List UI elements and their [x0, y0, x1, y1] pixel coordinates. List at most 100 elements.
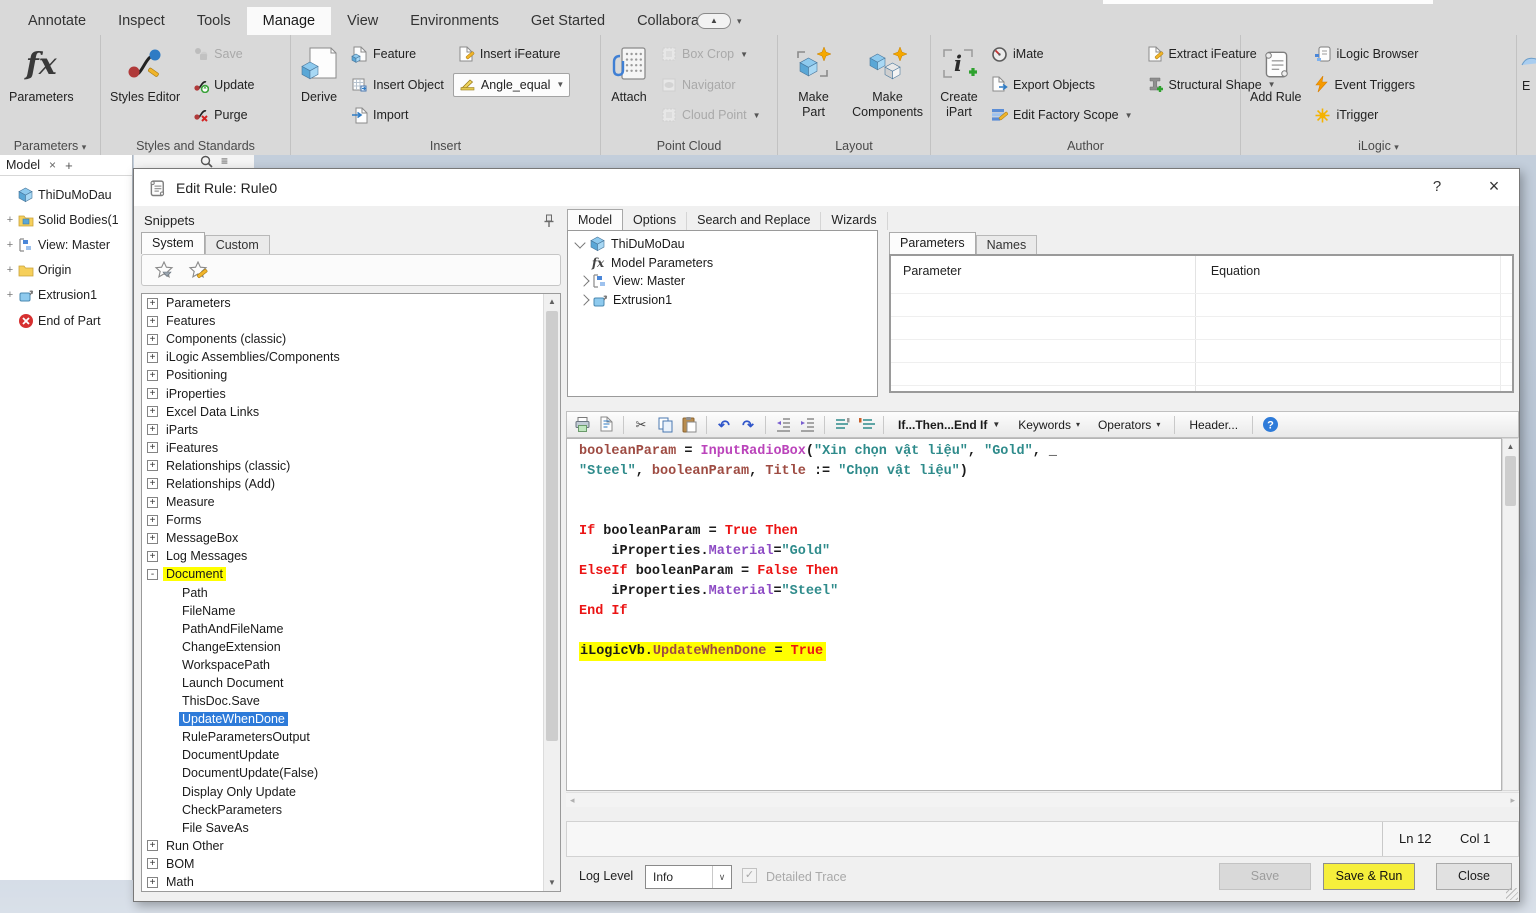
save-and-run-button[interactable]: Save & Run [1323, 863, 1415, 890]
ribbon-button-insert-ifeature[interactable]: Insert iFeature [453, 39, 570, 70]
ribbon-tab-environments[interactable]: Environments [394, 7, 515, 35]
toolbar-button-cut[interactable]: ✂ [631, 414, 651, 436]
scroll-left-icon[interactable]: ◂ [570, 795, 575, 806]
expand-icon[interactable]: + [4, 214, 16, 226]
toolbar-dropdown-if-then-end-if[interactable]: If...Then...End If▼ [891, 414, 1007, 436]
snippet-node-relationships-classic-[interactable]: +Relationships (classic) [142, 457, 560, 475]
browser-tab-model[interactable]: Model [6, 158, 40, 172]
snippet-node-workspacepath[interactable]: WorkspacePath [142, 656, 560, 674]
expand-icon[interactable]: + [147, 460, 158, 471]
ribbon-button-update[interactable]: Update [188, 70, 259, 101]
ribbon-button-itrigger[interactable]: iTrigger [1309, 100, 1423, 131]
ribbon-tab-tools[interactable]: Tools [181, 7, 247, 35]
snippet-node-updatewhendone[interactable]: UpdateWhenDone [142, 710, 560, 728]
snippets-tab-system[interactable]: System [141, 232, 205, 254]
expand-icon[interactable]: + [147, 298, 158, 309]
expand-icon[interactable]: + [147, 840, 158, 851]
detailed-trace-checkbox[interactable]: ✓ [742, 868, 757, 883]
expand-icon[interactable]: + [147, 877, 158, 888]
expand-icon[interactable]: + [147, 352, 158, 363]
snippet-node-documentupdate-false-[interactable]: DocumentUpdate(False) [142, 764, 560, 782]
code-vertical-scrollbar[interactable]: ▲ [1502, 438, 1519, 791]
add-tab-icon[interactable]: + [65, 158, 73, 173]
snippet-node-ruleparametersoutput[interactable]: RuleParametersOutput [142, 728, 560, 746]
dialog-title-bar[interactable]: Edit Rule: Rule0 [134, 169, 1519, 206]
expand-icon[interactable]: + [147, 551, 158, 562]
code-horizontal-scrollbar[interactable]: ◂ ▸ [566, 792, 1519, 807]
snippet-node-run-other[interactable]: +Run Other [142, 837, 560, 855]
model-tree-item-view-master[interactable]: View: Master [568, 272, 877, 291]
browser-item-origin[interactable]: +Origin [0, 258, 132, 283]
snippet-node-path[interactable]: Path [142, 584, 560, 602]
collapse-icon[interactable]: - [147, 569, 158, 580]
expand-icon[interactable]: + [147, 334, 158, 345]
params-tab-parameters[interactable]: Parameters [889, 232, 976, 254]
ribbon-button-styles-editor[interactable]: Styles Editor [106, 37, 184, 105]
model-tree-item-model-parameters[interactable]: fxModel Parameters [568, 254, 877, 273]
expand-icon[interactable]: + [147, 497, 158, 508]
snippet-node-features[interactable]: +Features [142, 312, 560, 330]
expand-icon[interactable]: + [147, 533, 158, 544]
model-tree-item-thidumodau[interactable]: ThiDuMoDau [568, 235, 877, 254]
ribbon-button-create-ipart[interactable]: iCreate iPart [936, 37, 982, 120]
snippets-scrollbar[interactable]: ▲ ▼ [543, 294, 560, 891]
snippet-node-checkparameters[interactable]: CheckParameters [142, 801, 560, 819]
log-level-select[interactable]: Info ∨ [645, 865, 732, 889]
toolbar-button-help[interactable]: ? [1260, 414, 1280, 436]
ribbon-button-parameters[interactable]: fxParameters [5, 37, 78, 105]
ribbon-button-make-components[interactable]: Make Components [848, 37, 927, 120]
expand-icon[interactable]: + [147, 858, 158, 869]
model-tree-item-extrusion1[interactable]: Extrusion1 [568, 291, 877, 310]
toolbar-button-pagefile[interactable] [596, 414, 616, 436]
ribbon-button-import[interactable]: Import [346, 100, 449, 131]
toolbar-button-copy[interactable] [655, 414, 675, 436]
ribbon-button-edit-factory-scope[interactable]: Edit Factory Scope▼ [986, 100, 1138, 131]
ribbon-button-feature[interactable]: Feature [346, 39, 449, 70]
ribbon-tab-inspect[interactable]: Inspect [102, 7, 181, 35]
chevron-down-icon[interactable] [574, 238, 585, 249]
expand-icon[interactable]: + [147, 515, 158, 526]
ribbon-button-make-part[interactable]: Make Part [783, 37, 844, 120]
snippet-node-math[interactable]: +Math [142, 873, 560, 891]
expand-icon[interactable]: + [147, 316, 158, 327]
expand-icon[interactable]: + [4, 239, 16, 251]
toolbar-button-cmt1[interactable] [832, 414, 852, 436]
expand-icon[interactable]: + [4, 289, 16, 301]
scrollbar-thumb[interactable] [546, 311, 558, 741]
snippet-node-measure[interactable]: +Measure [142, 493, 560, 511]
snippet-node-document[interactable]: -Document [142, 565, 560, 583]
snippet-node-file-saveas[interactable]: File SaveAs [142, 819, 560, 837]
code-editor[interactable]: booleanParam = InputRadioBox("Xin chọn v… [566, 438, 1502, 791]
expand-icon[interactable]: + [147, 406, 158, 417]
ribbon-tab-get-started[interactable]: Get Started [515, 7, 621, 35]
snippet-node-relationships-add-[interactable]: +Relationships (Add) [142, 475, 560, 493]
snippet-node-ifeatures[interactable]: +iFeatures [142, 439, 560, 457]
toolbar-button-indent[interactable] [797, 414, 817, 436]
browser-item-view-master[interactable]: +View: Master [0, 232, 132, 257]
parameters-table[interactable]: Parameter Equation [889, 254, 1514, 393]
snippet-node-forms[interactable]: +Forms [142, 511, 560, 529]
snippet-node-bom[interactable]: +BOM [142, 855, 560, 873]
snippet-node-log-messages[interactable]: +Log Messages [142, 547, 560, 565]
toolbar-button-paste[interactable] [679, 414, 699, 436]
snippet-node-changeextension[interactable]: ChangeExtension [142, 638, 560, 656]
snippet-node-messagebox[interactable]: +MessageBox [142, 529, 560, 547]
browser-item-extrusion1[interactable]: +Extrusion1 [0, 283, 132, 308]
editor-tab-search-and-replace[interactable]: Search and Replace [687, 212, 821, 230]
snippet-node-pathandfilename[interactable]: PathAndFileName [142, 620, 560, 638]
browser-item-end-of-part[interactable]: End of Part [0, 308, 132, 333]
snippets-tab-custom[interactable]: Custom [205, 235, 270, 254]
ribbon-tab-manage[interactable]: Manage [247, 7, 331, 35]
close-icon[interactable]: × [49, 158, 56, 172]
toolbar-dropdown-header-[interactable]: Header... [1182, 414, 1245, 436]
favorites-edit-icon[interactable] [188, 261, 208, 279]
chevron-right-icon[interactable] [578, 294, 589, 305]
snippet-node-positioning[interactable]: +Positioning [142, 366, 560, 384]
snippet-node-filename[interactable]: FileName [142, 602, 560, 620]
dialog-help-button[interactable]: ? [1427, 178, 1447, 195]
snippet-node-excel-data-links[interactable]: +Excel Data Links [142, 403, 560, 421]
expand-icon[interactable]: + [4, 264, 16, 276]
close-button[interactable]: Close [1436, 863, 1512, 890]
browser-item-solid-bodies-1[interactable]: +Solid Bodies(1 [0, 207, 132, 232]
snippet-node-iproperties[interactable]: +iProperties [142, 384, 560, 402]
